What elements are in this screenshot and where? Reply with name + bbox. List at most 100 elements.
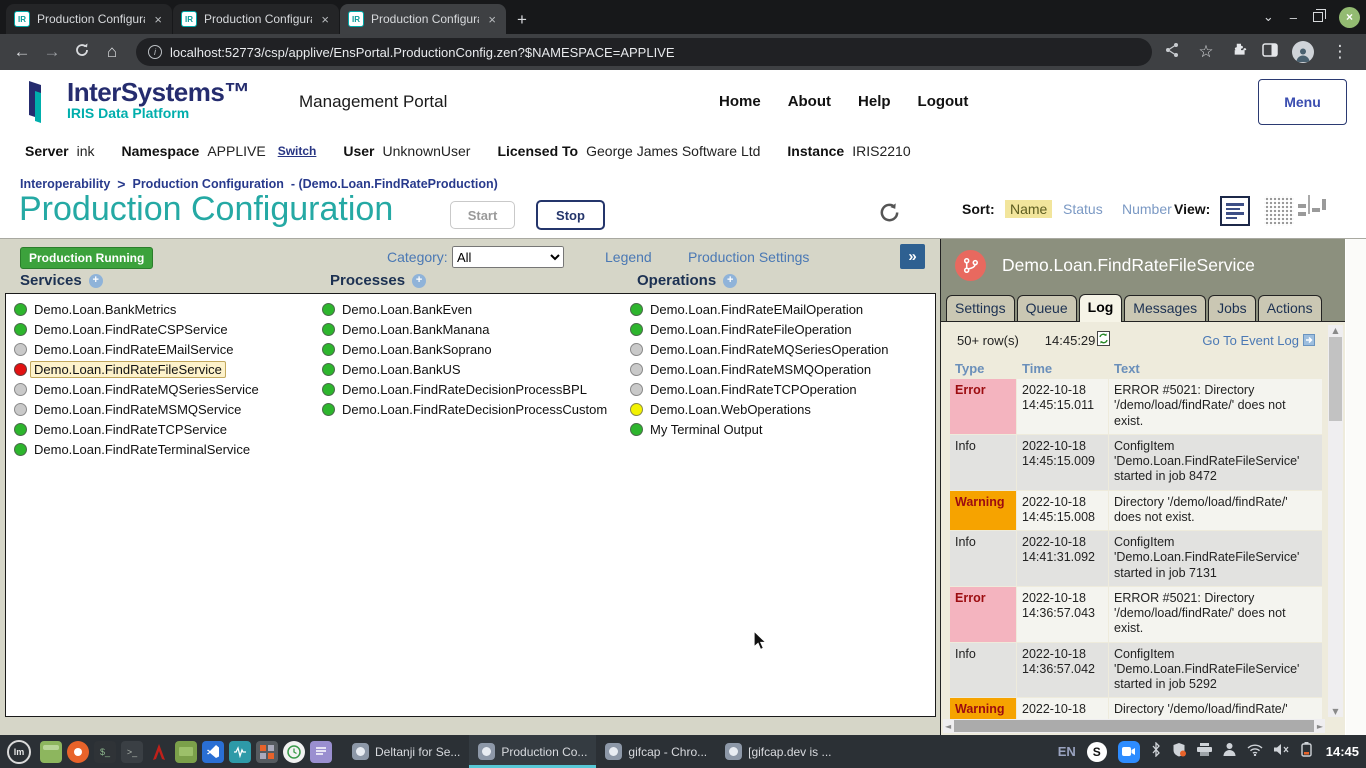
browser-tab[interactable]: IR Production Configuration × bbox=[173, 4, 339, 34]
log-row[interactable]: Error 2022-10-18 14:45:15.011 ERROR #502… bbox=[950, 379, 1322, 434]
shield-security-icon[interactable] bbox=[1172, 742, 1186, 762]
close-window-icon[interactable]: × bbox=[1339, 7, 1360, 28]
sort-option-number[interactable]: Number bbox=[1117, 200, 1177, 218]
calculator-icon[interactable] bbox=[256, 741, 278, 763]
tab-close-icon[interactable]: × bbox=[486, 12, 498, 27]
url-field[interactable]: i localhost:52773/csp/applive/EnsPortal.… bbox=[136, 38, 1152, 66]
service-item[interactable]: Demo.Loan.FindRateMSMQService bbox=[14, 399, 259, 419]
panel-tab[interactable]: Settings bbox=[946, 295, 1015, 321]
sort-option-status[interactable]: Status bbox=[1058, 200, 1108, 218]
taskbar-window-button[interactable]: Deltanji for Se... bbox=[343, 735, 469, 768]
log-row[interactable]: Warning 2022-10-18 14:45:15.008 Director… bbox=[950, 491, 1322, 531]
bluetooth-icon[interactable] bbox=[1151, 742, 1161, 762]
orange-app-icon[interactable] bbox=[67, 741, 89, 763]
log-horizontal-scrollbar[interactable]: ◄ ► bbox=[943, 719, 1325, 733]
files-folder-icon[interactable] bbox=[175, 741, 197, 763]
log-vertical-scrollbar[interactable]: ▲ ▼ bbox=[1328, 325, 1343, 717]
operation-item[interactable]: Demo.Loan.FindRateMQSeriesOperation bbox=[630, 339, 888, 359]
portal-nav-link[interactable]: Home bbox=[719, 93, 761, 110]
log-col-text[interactable]: Text bbox=[1109, 359, 1322, 378]
url-text[interactable]: localhost:52773/csp/applive/EnsPortal.Pr… bbox=[170, 45, 675, 60]
site-info-icon[interactable]: i bbox=[148, 45, 162, 59]
operation-item[interactable]: My Terminal Output bbox=[630, 419, 888, 439]
breadcrumb-root-link[interactable]: Interoperability bbox=[20, 177, 110, 191]
process-item[interactable]: Demo.Loan.FindRateDecisionProcessBPL bbox=[322, 379, 607, 399]
start-production-button[interactable]: Start bbox=[450, 201, 515, 229]
vscode-icon[interactable] bbox=[202, 741, 224, 763]
service-item[interactable]: Demo.Loan.FindRateEMailService bbox=[14, 339, 259, 359]
panel-tab[interactable]: Jobs bbox=[1208, 295, 1256, 321]
printer-icon[interactable] bbox=[1197, 743, 1212, 761]
taskbar-window-button[interactable]: Production Co... bbox=[469, 735, 596, 768]
terminal-icon[interactable]: $_ bbox=[94, 741, 116, 763]
log-row[interactable]: Info 2022-10-18 14:45:15.009 ConfigItem … bbox=[950, 435, 1322, 490]
view-grid-icon[interactable] bbox=[1264, 196, 1294, 226]
volume-muted-icon[interactable] bbox=[1274, 743, 1290, 761]
view-list-icon[interactable] bbox=[1220, 196, 1250, 226]
expand-panel-button[interactable]: » bbox=[900, 244, 925, 269]
log-row[interactable]: Info 2022-10-18 14:36:57.042 ConfigItem … bbox=[950, 643, 1322, 698]
tabsearch-chevron-icon[interactable]: ⌄ bbox=[1263, 9, 1274, 25]
log-row[interactable]: Warning 2022-10-18 14:36:57.041 Director… bbox=[950, 698, 1322, 721]
hscroll-thumb[interactable] bbox=[954, 720, 1314, 732]
operation-item[interactable]: Demo.Loan.FindRateFileOperation bbox=[630, 319, 888, 339]
skype-tray-icon[interactable]: S bbox=[1087, 742, 1107, 762]
desktop-app-icon[interactable] bbox=[40, 741, 62, 763]
wifi-icon[interactable] bbox=[1247, 743, 1263, 761]
panel-tab[interactable]: Log bbox=[1079, 294, 1123, 322]
scroll-down-icon[interactable]: ▼ bbox=[1330, 706, 1340, 717]
taskbar-window-button[interactable]: gifcap - Chro... bbox=[596, 735, 716, 768]
scroll-right-icon[interactable]: ► bbox=[1315, 721, 1325, 732]
home-icon[interactable]: ⌂ bbox=[100, 42, 124, 62]
service-item[interactable]: Demo.Loan.BankMetrics bbox=[14, 299, 259, 319]
menu-button[interactable]: Menu bbox=[1258, 79, 1347, 125]
go-to-event-log-link[interactable]: Go To Event Log bbox=[1202, 333, 1315, 348]
service-item[interactable]: Demo.Loan.FindRateTCPService bbox=[14, 419, 259, 439]
log-col-time[interactable]: Time bbox=[1017, 359, 1108, 378]
operation-item[interactable]: Demo.Loan.WebOperations bbox=[630, 399, 888, 419]
extensions-puzzle-icon[interactable] bbox=[1232, 42, 1248, 63]
production-settings-link[interactable]: Production Settings bbox=[688, 249, 809, 265]
add-service-icon[interactable]: + bbox=[89, 274, 103, 288]
service-item[interactable]: Demo.Loan.FindRateTerminalService bbox=[14, 439, 259, 459]
new-tab-button[interactable]: + bbox=[507, 10, 537, 34]
log-col-type[interactable]: Type bbox=[950, 359, 1016, 378]
operation-item[interactable]: Demo.Loan.FindRateTCPOperation bbox=[630, 379, 888, 399]
panel-tab[interactable]: Messages bbox=[1124, 295, 1206, 321]
forward-icon[interactable]: → bbox=[40, 42, 64, 62]
process-item[interactable]: Demo.Loan.BankManana bbox=[322, 319, 607, 339]
reload-icon[interactable] bbox=[70, 42, 94, 63]
browser-menu-dots-icon[interactable]: ⋮ bbox=[1328, 42, 1352, 62]
legend-link[interactable]: Legend bbox=[605, 249, 652, 265]
scroll-up-icon[interactable]: ▲ bbox=[1330, 325, 1340, 336]
video-call-tray-icon[interactable] bbox=[1118, 741, 1140, 763]
category-select[interactable]: All bbox=[452, 246, 564, 268]
stop-production-button[interactable]: Stop bbox=[536, 200, 605, 230]
view-split-icon[interactable] bbox=[1308, 195, 1310, 214]
keyboard-layout-indicator[interactable]: EN bbox=[1058, 744, 1076, 759]
switch-namespace-link[interactable]: Switch bbox=[278, 144, 317, 158]
panel-tab[interactable]: Queue bbox=[1017, 295, 1077, 321]
refresh-log-icon[interactable] bbox=[1097, 331, 1110, 349]
restore-window-icon[interactable] bbox=[1313, 12, 1323, 22]
add-operation-icon[interactable]: + bbox=[723, 274, 737, 288]
share-icon[interactable] bbox=[1164, 42, 1180, 63]
service-item[interactable]: Demo.Loan.FindRateCSPService bbox=[14, 319, 259, 339]
user-tray-icon[interactable] bbox=[1223, 742, 1236, 761]
operation-item[interactable]: Demo.Loan.FindRateEMailOperation bbox=[630, 299, 888, 319]
browser-tab[interactable]: IR Production Configuration × bbox=[6, 4, 172, 34]
service-item[interactable]: Demo.Loan.FindRateFileService bbox=[14, 359, 259, 379]
profile-avatar[interactable] bbox=[1292, 41, 1314, 63]
process-item[interactable]: Demo.Loan.BankSoprano bbox=[322, 339, 607, 359]
panel-tab[interactable]: Actions bbox=[1258, 295, 1322, 321]
tab-close-icon[interactable]: × bbox=[152, 12, 164, 27]
taskbar-window-button[interactable]: [gifcap.dev is ... bbox=[716, 735, 840, 768]
vscroll-thumb[interactable] bbox=[1329, 337, 1342, 421]
operation-item[interactable]: Demo.Loan.FindRateMSMQOperation bbox=[630, 359, 888, 379]
portal-nav-link[interactable]: About bbox=[788, 93, 831, 110]
process-item[interactable]: Demo.Loan.BankUS bbox=[322, 359, 607, 379]
process-item[interactable]: Demo.Loan.BankEven bbox=[322, 299, 607, 319]
scroll-left-icon[interactable]: ◄ bbox=[943, 721, 953, 732]
red-logo-app-icon[interactable] bbox=[148, 741, 170, 763]
service-item[interactable]: Demo.Loan.FindRateMQSeriesService bbox=[14, 379, 259, 399]
